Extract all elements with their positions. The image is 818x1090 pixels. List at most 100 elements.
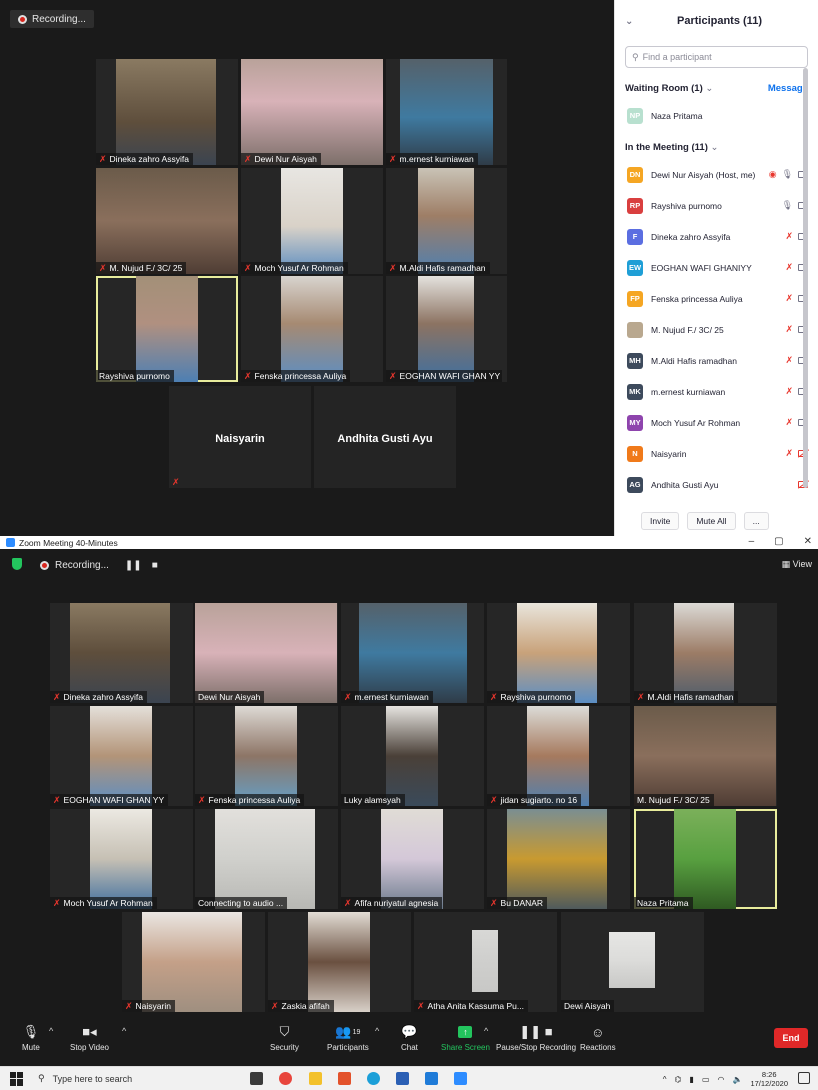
video-tile[interactable]: Dewi Nur Aisyah <box>195 603 338 703</box>
participant-row[interactable]: DN Dewi Nur Aisyah (Host, me) ◉ 🎙 <box>615 159 818 190</box>
video-tile[interactable]: ✗ EOGHAN WAFI GHAN YY <box>50 706 193 806</box>
mute-all-button[interactable]: Mute All <box>687 512 736 530</box>
end-meeting-button[interactable]: End <box>774 1028 808 1048</box>
stop-video-button[interactable]: ■◂ Stop Video <box>70 1024 109 1052</box>
file-explorer-icon[interactable] <box>309 1072 322 1085</box>
in-meeting-section[interactable]: In the Meeting (11) ⌄ <box>615 135 818 159</box>
chat-button[interactable]: 💬 Chat <box>401 1024 418 1052</box>
mute-button[interactable]: 🎙 Mute <box>22 1024 40 1052</box>
participant-row[interactable]: AG Andhita Gusti Ayu <box>615 469 818 500</box>
reactions-button[interactable]: ☺ Reactions <box>580 1024 616 1053</box>
video-tile[interactable]: Dewi Aisyah <box>561 912 704 1012</box>
video-tile[interactable]: Connecting to audio ... <box>195 809 338 909</box>
zoom-taskbar-icon[interactable] <box>454 1072 467 1085</box>
video-tile[interactable]: ✗ Moch Yusuf Ar Rohman <box>50 809 193 909</box>
waiting-room-section[interactable]: Waiting Room (1) ⌄ Message <box>615 76 818 100</box>
video-tile[interactable]: ✗ M.Aldi Hafis ramadhan <box>634 603 777 703</box>
recording-indicator[interactable]: Recording... <box>10 10 94 28</box>
video-tile[interactable]: M. Nujud F./ 3C/ 25 <box>634 706 777 806</box>
waiting-participant-row[interactable]: NP Naza Pritama <box>615 100 818 131</box>
word-icon[interactable] <box>396 1072 409 1085</box>
wifi-icon[interactable]: ◠ <box>718 1075 725 1084</box>
video-tile[interactable]: ✗ Dewi Nur Aisyah <box>241 59 383 165</box>
video-tile[interactable]: ✗ m.ernest kurniawan <box>341 603 484 703</box>
video-tile[interactable]: Luky alamsyah <box>341 706 484 806</box>
participant-row[interactable]: MH M.Aldi Hafis ramadhan ✗ <box>615 345 818 376</box>
battery-icon[interactable]: ▭ <box>702 1075 710 1084</box>
network-icon[interactable]: ⌬ <box>675 1075 682 1084</box>
video-tile-no-video[interactable]: Andhita Gusti Ayu <box>314 386 456 488</box>
mic-muted-icon[interactable]: ✗ <box>785 386 793 397</box>
participant-row[interactable]: FP Fenska princessa Auliya ✗ <box>615 283 818 314</box>
mic-muted-icon[interactable]: ✗ <box>785 231 793 242</box>
video-tile[interactable]: ✗ Dineka zahro Assyifa <box>96 59 238 165</box>
windows-start-icon[interactable] <box>10 1071 24 1086</box>
chevron-up-icon[interactable]: ^ <box>375 1026 379 1036</box>
maximize-icon[interactable]: ▢ <box>774 536 783 547</box>
video-tile[interactable]: ✗ Fenska princessa Auliya <box>195 706 338 806</box>
participants-scrollbar[interactable] <box>803 68 808 488</box>
task-view-icon[interactable] <box>250 1072 263 1085</box>
mic-muted-icon[interactable]: ✗ <box>785 293 793 304</box>
participant-search-input[interactable]: ⚲ Find a participant <box>625 46 808 68</box>
notification-icon[interactable] <box>798 1072 810 1084</box>
chevron-up-icon[interactable]: ^ <box>49 1026 53 1036</box>
microphone-icon[interactable]: 🎙 <box>782 200 793 211</box>
stop-icon[interactable]: ■ <box>152 560 158 571</box>
pause-stop-recording-button[interactable]: ❚❚ ■ Pause/Stop Recording <box>496 1024 576 1052</box>
participant-row[interactable]: MK m.ernest kurniawan ✗ <box>615 376 818 407</box>
participant-row[interactable]: F Dineka zahro Assyifa ✗ <box>615 221 818 252</box>
recording-indicator[interactable]: Recording... ❚❚ ■ <box>32 556 166 574</box>
close-icon[interactable]: ✕ <box>804 536 812 547</box>
video-tile[interactable]: ✗ Bu DANAR <box>487 809 630 909</box>
taskbar-clock[interactable]: 8:26 17/12/2020 <box>750 1070 788 1088</box>
office-icon[interactable] <box>338 1072 351 1085</box>
chevron-up-icon[interactable]: ^ <box>663 1075 667 1084</box>
shield-icon[interactable] <box>12 558 22 570</box>
video-tile[interactable]: ✗ m.ernest kurniawan <box>386 59 507 165</box>
view-button[interactable]: ▦ View <box>782 559 812 570</box>
share-screen-button[interactable]: ↑ Share Screen <box>441 1024 490 1052</box>
video-tile[interactable]: ✗ Zaskia afifah <box>268 912 411 1012</box>
video-tile[interactable]: ✗ EOGHAN WAFI GHAN YY <box>386 276 507 382</box>
participant-row[interactable]: MY Moch Yusuf Ar Rohman ✗ <box>615 407 818 438</box>
store-icon[interactable] <box>425 1072 438 1085</box>
edge-icon[interactable] <box>367 1072 380 1085</box>
taskbar-search[interactable]: ⚲ Type here to search <box>38 1073 238 1084</box>
video-tile-active-speaker[interactable]: Naza Pritama <box>634 809 777 909</box>
mic-muted-icon[interactable]: ✗ <box>785 324 793 335</box>
microphone-icon[interactable]: 🎙 <box>782 169 793 180</box>
video-tile[interactable]: ✗ Atha Anita Kassuma Pu... <box>414 912 557 1012</box>
mic-muted-icon[interactable]: ✗ <box>785 262 793 273</box>
more-options-button[interactable]: ... <box>743 512 769 530</box>
chevron-up-icon[interactable]: ^ <box>484 1026 488 1036</box>
pause-icon[interactable]: ❚❚ <box>125 560 142 571</box>
video-tile[interactable]: ✗ Rayshiva purnomo <box>487 603 630 703</box>
participant-row[interactable]: EW EOGHAN WAFI GHANIYY ✗ <box>615 252 818 283</box>
invite-button[interactable]: Invite <box>641 512 680 530</box>
speaker-icon[interactable]: 🔈 <box>732 1075 742 1084</box>
microphone-icon[interactable]: ▮ <box>690 1075 694 1084</box>
minimize-icon[interactable]: – <box>749 536 755 547</box>
mic-muted-icon[interactable]: ✗ <box>785 448 793 459</box>
video-tile[interactable]: ✗ Afifa nuriyatul agnesia <box>341 809 484 909</box>
video-tile[interactable]: ✗ Dineka zahro Assyifa <box>50 603 193 703</box>
participant-row[interactable]: M. Nujud F./ 3C/ 25 ✗ <box>615 314 818 345</box>
video-tile[interactable]: ✗ Naisyarin <box>122 912 265 1012</box>
chevron-down-icon[interactable]: ⌄ <box>625 16 659 27</box>
mic-muted-icon[interactable]: ✗ <box>785 417 793 428</box>
participants-button[interactable]: 👥 19 Participants <box>327 1024 369 1052</box>
video-tile[interactable]: ✗ jidan sugiarto. no 16 <box>487 706 630 806</box>
video-tile[interactable]: ✗ Fenska princessa Auliya <box>241 276 383 382</box>
mic-muted-icon[interactable]: ✗ <box>785 355 793 366</box>
chevron-up-icon[interactable]: ^ <box>122 1026 126 1036</box>
video-tile[interactable]: ✗ Moch Yusuf Ar Rohman <box>241 168 383 274</box>
video-tile[interactable]: ✗ M. Nujud F./ 3C/ 25 <box>96 168 238 274</box>
video-tile-active-speaker[interactable]: Rayshiva purnomo <box>96 276 238 382</box>
security-button[interactable]: ⛉ Security <box>270 1024 299 1052</box>
participant-row[interactable]: N Naisyarin ✗ <box>615 438 818 469</box>
participant-row[interactable]: RP Rayshiva purnomo 🎙 <box>615 190 818 221</box>
message-button[interactable]: Message <box>768 83 808 94</box>
chrome-icon[interactable] <box>279 1072 292 1085</box>
video-tile-no-video[interactable]: Naisyarin ✗ <box>169 386 311 488</box>
